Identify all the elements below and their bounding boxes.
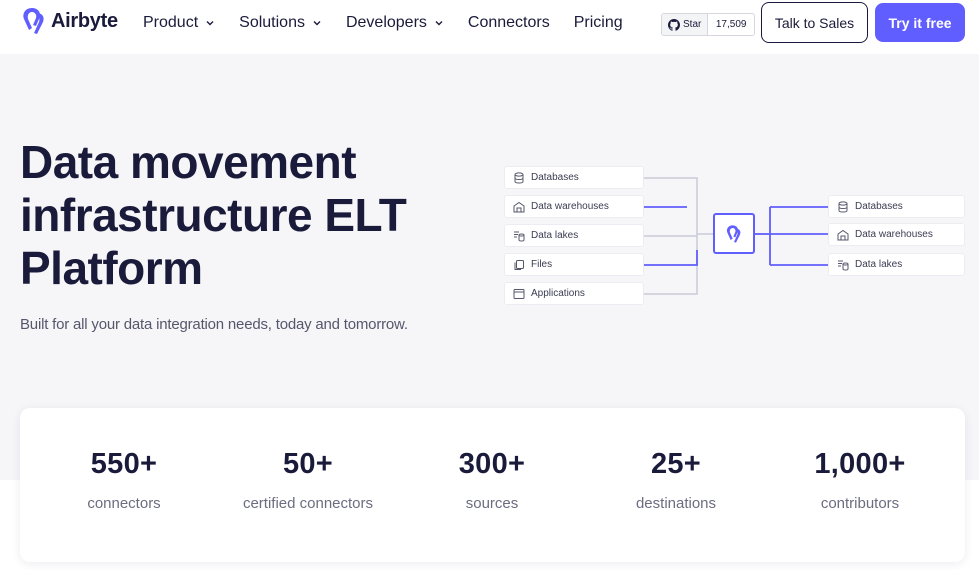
data-lake-icon (838, 260, 849, 271)
data-lake-icon (514, 231, 525, 242)
source-label: Files (531, 259, 553, 270)
chevron-down-icon (206, 21, 214, 26)
warehouse-icon (513, 201, 525, 212)
github-star-button[interactable]: Star 17,509 (661, 13, 755, 36)
stat-contributors: 1,000+ contributors (768, 448, 952, 512)
github-star-left: Star (662, 14, 709, 35)
nav-links: Product Solutions Developers Connectors … (143, 14, 647, 32)
nav-product-label: Product (143, 14, 199, 31)
stat-value: 550+ (90, 448, 158, 480)
source-label: Databases (531, 172, 579, 183)
github-star-count: 17,509 (708, 14, 754, 35)
source-label: Data lakes (531, 230, 579, 241)
airbyte-logo-icon (23, 8, 44, 34)
stat-label: contributors (820, 495, 900, 512)
destination-label: Data lakes (855, 259, 903, 270)
nav-connectors-label: Connectors (467, 14, 550, 31)
hero-title-line-1: Data movement (20, 136, 357, 188)
warehouse-icon (837, 229, 849, 240)
database-icon (838, 200, 848, 213)
destination-node-data-lakes: Data lakes (828, 253, 965, 276)
nav-developers[interactable]: Developers (346, 14, 444, 32)
hero-title-line-3: Platform (20, 242, 203, 294)
source-node-files: Files (504, 253, 644, 276)
airbyte-logo-icon (726, 224, 741, 243)
stats-card: 550+ connectors 50+ certified connectors… (20, 408, 965, 562)
nav-solutions-label: Solutions (239, 14, 305, 31)
stat-label: certified connectors (242, 495, 374, 512)
files-icon (514, 259, 524, 270)
source-label: Applications (531, 288, 585, 299)
destination-label: Data warehouses (855, 229, 933, 240)
stat-label: sources (465, 495, 519, 512)
nav-pricing[interactable]: Pricing (574, 14, 623, 32)
source-node-databases: Databases (504, 166, 644, 189)
hero-subtitle: Built for all your data integration need… (20, 316, 408, 333)
stat-label: connectors (87, 495, 161, 512)
hero-title: Data movement infrastructure ELT Platfor… (20, 136, 460, 295)
github-star-label: Star (683, 19, 702, 30)
source-node-applications: Applications (504, 282, 644, 305)
hero-title-line-2: infrastructure ELT (20, 189, 407, 241)
stat-value: 50+ (282, 448, 334, 480)
nav-developers-label: Developers (345, 14, 427, 31)
stat-value: 25+ (650, 448, 702, 480)
brand-name: Airbyte (51, 9, 118, 32)
destination-label: Databases (855, 201, 903, 212)
stat-label: destinations (635, 495, 717, 512)
source-node-data-warehouses: Data warehouses (504, 195, 644, 218)
airbyte-logo[interactable]: Airbyte (20, 6, 118, 36)
github-icon (668, 18, 680, 31)
source-node-data-lakes: Data lakes (504, 224, 644, 247)
destination-node-databases: Databases (828, 195, 965, 218)
nav-solutions[interactable]: Solutions (239, 14, 322, 32)
database-icon (514, 171, 524, 184)
try-it-free-button[interactable]: Try it free (875, 3, 965, 42)
stat-connectors: 550+ connectors (32, 448, 216, 512)
airbyte-hub (713, 213, 755, 254)
application-icon (513, 288, 525, 299)
stat-destinations: 25+ destinations (584, 448, 768, 512)
top-navigation: Airbyte Product Solutions Developers Con… (0, 0, 979, 54)
stat-sources: 300+ sources (400, 448, 584, 512)
stat-value: 1,000+ (814, 448, 906, 480)
destination-node-data-warehouses: Data warehouses (828, 223, 965, 246)
source-label: Data warehouses (531, 201, 609, 212)
nav-product[interactable]: Product (143, 14, 215, 32)
talk-to-sales-button[interactable]: Talk to Sales (761, 2, 868, 43)
chevron-down-icon (435, 21, 443, 26)
chevron-down-icon (313, 21, 321, 26)
stat-value: 300+ (458, 448, 526, 480)
nav-connectors[interactable]: Connectors (468, 14, 550, 32)
nav-pricing-label: Pricing (573, 14, 623, 31)
stat-certified-connectors: 50+ certified connectors (216, 448, 400, 512)
